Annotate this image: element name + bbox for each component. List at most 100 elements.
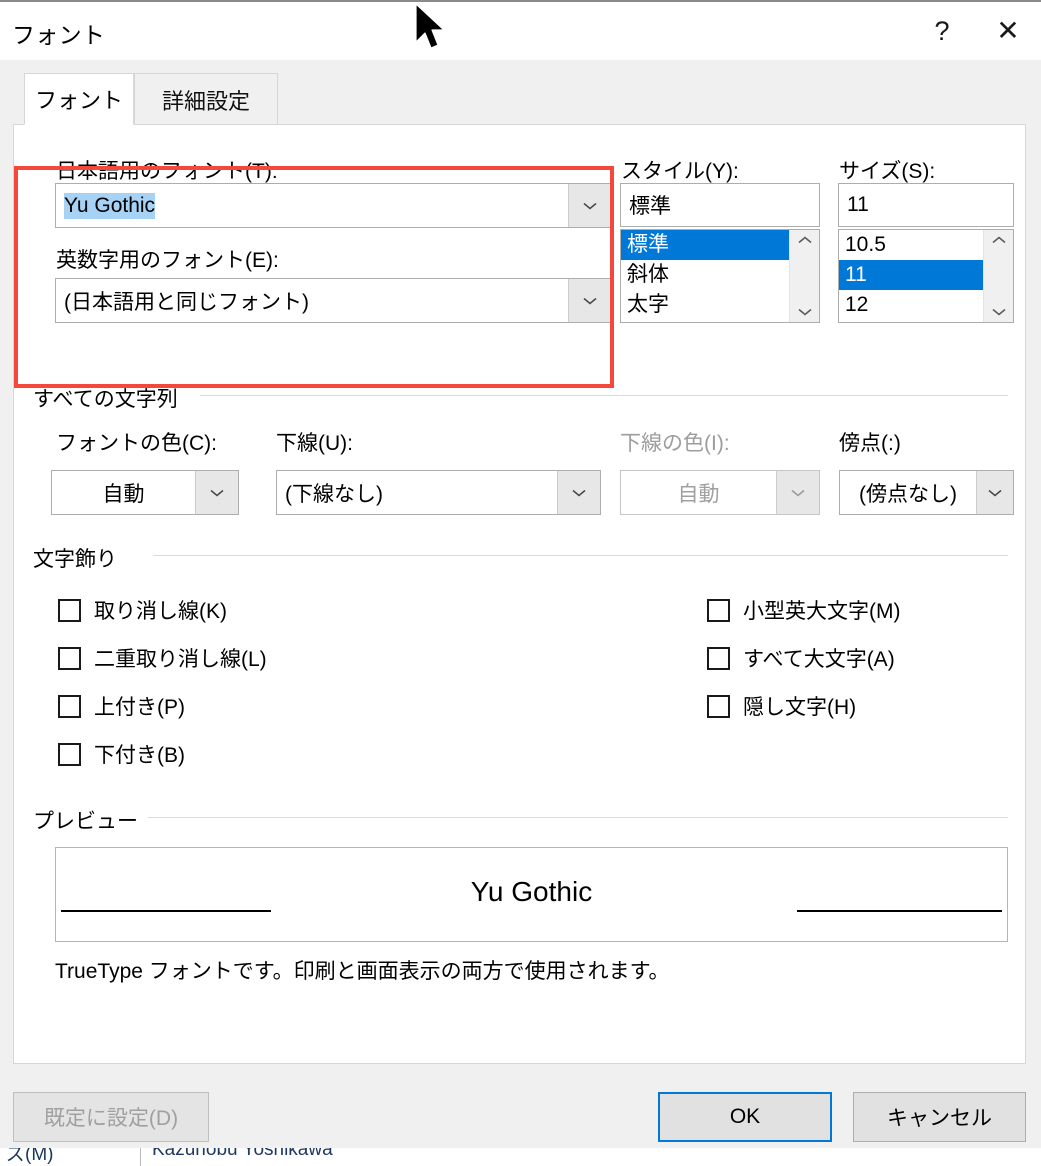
latin-font-combobox[interactable]: (日本語用と同じフォント): [55, 278, 612, 323]
all-text-group-label: すべての文字列: [33, 383, 188, 413]
checkbox-box-icon[interactable]: [58, 646, 81, 670]
size-input[interactable]: 11: [838, 183, 1014, 227]
emphasis-mark-value: (傍点なし): [859, 482, 957, 506]
preview-rule-right: [797, 910, 1002, 912]
latin-font-value: (日本語用と同じフォント): [64, 290, 309, 314]
japanese-font-label: 日本語用のフォント(T):: [56, 160, 278, 183]
size-list-items: 10.5 11 12: [839, 230, 983, 322]
background-strip-divider: [140, 1148, 141, 1166]
checkbox-double-strikethrough-label: 二重取り消し線(L): [94, 648, 267, 671]
checkbox-hidden-label: 隠し文字(H): [743, 696, 857, 719]
japanese-font-dropdown-arrow[interactable]: [568, 184, 611, 227]
effects-group-label: 文字飾り: [33, 543, 127, 573]
close-icon: ✕: [996, 15, 1020, 46]
ok-button[interactable]: OK: [658, 1092, 832, 1142]
preview-rule-left: [61, 910, 271, 912]
close-button[interactable]: ✕: [975, 2, 1041, 60]
checkbox-box-icon[interactable]: [58, 598, 81, 622]
emphasis-mark-dropdown-arrow[interactable]: [976, 471, 1013, 514]
japanese-font-combobox[interactable]: Yu Gothic: [55, 183, 612, 228]
checkbox-superscript-label: 上付き(P): [94, 696, 185, 719]
cancel-button[interactable]: キャンセル: [853, 1092, 1026, 1142]
style-listbox[interactable]: 標準 斜体 太字: [620, 229, 820, 323]
scroll-down-icon[interactable]: [990, 306, 1008, 318]
checkbox-small-caps[interactable]: 小型英大文字(M): [707, 595, 900, 625]
checkbox-double-strikethrough[interactable]: 二重取り消し線(L): [58, 643, 267, 673]
underline-style-label: 下線(U):: [276, 432, 353, 455]
checkbox-small-caps-label: 小型英大文字(M): [743, 600, 901, 623]
style-list-item[interactable]: 斜体: [621, 260, 789, 290]
checkbox-box-icon[interactable]: [58, 742, 81, 766]
background-strip-left-text: ズ(M): [6, 1146, 54, 1165]
font-color-value: 自動: [102, 482, 145, 506]
checkbox-subscript-label: 下付き(B): [94, 744, 185, 767]
size-list-item[interactable]: 11: [839, 260, 983, 290]
preview-box: Yu Gothic: [55, 847, 1008, 942]
checkbox-strikethrough-label: 取り消し線(K): [94, 600, 227, 623]
checkbox-box-icon[interactable]: [707, 646, 730, 670]
chevron-down-icon: [210, 489, 224, 497]
underline-color-label: 下線の色(I):: [620, 432, 730, 455]
preview-group-label: プレビュー: [33, 805, 148, 835]
checkbox-box-icon[interactable]: [707, 694, 730, 718]
size-list-scrollbar[interactable]: [983, 230, 1013, 322]
font-tab-panel: 日本語用のフォント(T): Yu Gothic 英数字用のフォント(E): (日…: [13, 124, 1026, 1064]
chevron-down-icon: [583, 297, 597, 305]
size-listbox[interactable]: 10.5 11 12: [838, 229, 1014, 323]
tab-advanced-label: 詳細設定: [161, 88, 250, 114]
underline-color-dropdown-arrow: [776, 471, 819, 514]
font-color-combobox[interactable]: 自動: [51, 470, 239, 515]
checkbox-box-icon[interactable]: [58, 694, 81, 718]
chevron-down-icon: [988, 489, 1002, 497]
underline-color-combobox: 自動: [620, 470, 820, 515]
dialog-title: フォント: [12, 22, 106, 48]
style-list-scrollbar[interactable]: [789, 230, 819, 322]
style-input[interactable]: 標準: [620, 183, 820, 227]
checkbox-all-caps-label: すべて大文字(A): [743, 648, 895, 671]
scroll-up-icon[interactable]: [990, 234, 1008, 246]
emphasis-mark-combobox[interactable]: (傍点なし): [839, 470, 1014, 515]
all-text-group-rule: [200, 395, 1008, 396]
latin-font-dropdown-arrow[interactable]: [568, 279, 611, 322]
latin-font-label: 英数字用のフォント(E):: [56, 249, 279, 272]
size-label: サイズ(S):: [839, 160, 936, 183]
preview-caption: TrueType フォントです。印刷と画面表示の両方で使用されます。: [55, 960, 670, 983]
scroll-down-icon[interactable]: [796, 306, 814, 318]
checkbox-subscript[interactable]: 下付き(B): [58, 739, 185, 769]
underline-style-dropdown-arrow[interactable]: [557, 471, 600, 514]
checkbox-box-icon[interactable]: [707, 598, 730, 622]
japanese-font-value: Yu Gothic: [64, 192, 156, 219]
font-color-label: フォントの色(C):: [56, 432, 217, 455]
help-button[interactable]: ?: [909, 2, 975, 60]
emphasis-mark-label: 傍点(:): [839, 432, 901, 455]
set-as-default-button[interactable]: 既定に設定(D): [13, 1092, 209, 1142]
size-list-item[interactable]: 10.5: [839, 230, 983, 260]
chevron-down-icon: [791, 489, 805, 497]
background-window-strip: ズ(M) Kazunobu Yoshikawa: [0, 1146, 1041, 1166]
underline-color-value: 自動: [677, 482, 720, 506]
checkbox-strikethrough[interactable]: 取り消し線(K): [58, 595, 227, 625]
effects-group-rule: [153, 555, 1008, 556]
checkbox-hidden[interactable]: 隠し文字(H): [707, 691, 856, 721]
font-color-dropdown-arrow[interactable]: [195, 471, 238, 514]
tab-advanced[interactable]: 詳細設定: [134, 73, 278, 125]
preview-sample-text: Yu Gothic: [470, 876, 593, 907]
style-list-item[interactable]: 太字: [621, 290, 789, 320]
title-bar-buttons: ? ✕: [909, 2, 1041, 60]
checkbox-superscript[interactable]: 上付き(P): [58, 691, 185, 721]
question-mark-icon: ?: [934, 15, 950, 46]
japanese-font-value-wrap[interactable]: Yu Gothic: [56, 184, 568, 227]
checkbox-all-caps[interactable]: すべて大文字(A): [707, 643, 895, 673]
preview-group-rule: [141, 817, 1008, 818]
tab-font[interactable]: フォント: [24, 73, 134, 125]
chevron-down-icon: [583, 202, 597, 210]
tab-font-label: フォント: [34, 88, 123, 113]
style-label: スタイル(Y):: [621, 160, 739, 183]
background-strip-right-text: Kazunobu Yoshikawa: [152, 1146, 333, 1160]
size-list-item[interactable]: 12: [839, 290, 983, 320]
title-bar: フォント ? ✕: [0, 2, 1041, 60]
scroll-up-icon[interactable]: [796, 234, 814, 246]
style-list-item[interactable]: 標準: [621, 230, 789, 260]
underline-style-combobox[interactable]: (下線なし): [276, 470, 601, 515]
font-dialog: フォント ? ✕ フォント 詳細設定 日本語用のフォント(T): Yu Goth…: [0, 0, 1041, 1148]
